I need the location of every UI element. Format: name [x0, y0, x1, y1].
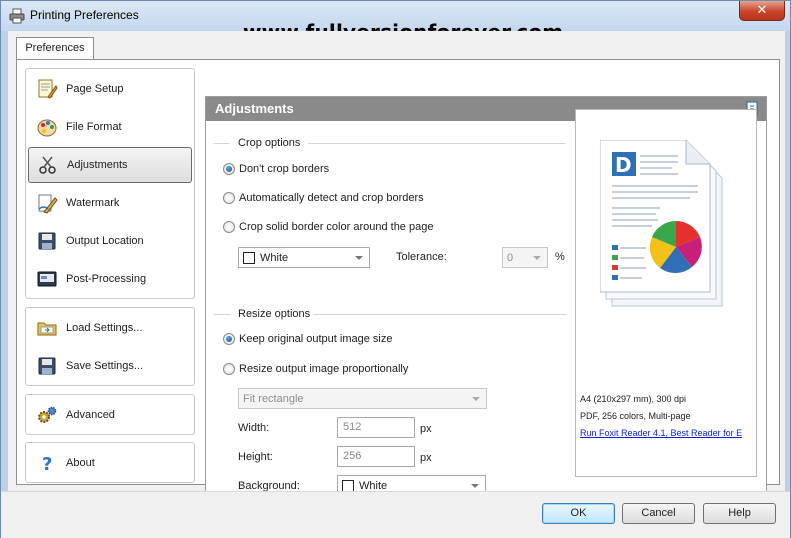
section-divider [214, 314, 230, 315]
cancel-button[interactable]: Cancel [622, 503, 695, 524]
sidebar-item-load-settings[interactable]: Load Settings... [28, 310, 192, 346]
tolerance-select[interactable]: 0 [502, 247, 548, 268]
height-unit: px [420, 452, 432, 464]
printing-preferences-window: Printing Preferences www.fullversionfore… [0, 0, 791, 538]
sidebar-item-label: Adjustments [67, 159, 128, 171]
chevron-down-icon [355, 256, 363, 260]
save-icon [38, 357, 56, 375]
sidebar-item-label: File Format [66, 121, 122, 133]
page-setup-icon [38, 79, 58, 99]
svg-text:D: D [615, 153, 632, 177]
panel-title: Adjustments [215, 101, 294, 116]
crop-color-select[interactable]: White [238, 247, 370, 268]
nav-group-advanced: Advanced [25, 394, 195, 435]
radio-dont-crop[interactable]: Don't crop borders [223, 163, 329, 175]
sidebar-item-file-format[interactable]: File Format [28, 109, 192, 145]
radio-label: Don't crop borders [239, 163, 330, 175]
printer-icon [9, 8, 25, 24]
sidebar-item-label: Page Setup [66, 83, 124, 95]
run-viewer-link[interactable]: Run Foxit Reader 4.1, Best Reader for E [580, 428, 742, 438]
radio-button[interactable] [223, 363, 235, 375]
help-icon: ? [42, 454, 52, 474]
nav-group-about: ? About [25, 442, 195, 483]
adjustments-panel: Adjustments Crop options Don't crop bord… [205, 96, 767, 511]
radio-label: Keep original output image size [239, 333, 393, 345]
radio-keep-size[interactable]: Keep original output image size [223, 333, 392, 345]
close-button[interactable]: ✕ [739, 1, 785, 21]
radio-auto-crop[interactable]: Automatically detect and crop borders [223, 192, 424, 204]
radio-button[interactable] [223, 333, 235, 345]
sidebar-item-label: Save Settings... [66, 360, 144, 372]
sidebar-item-post-processing[interactable]: Post-Processing [28, 261, 192, 297]
color-swatch [342, 479, 354, 492]
svg-text:?: ? [42, 454, 52, 474]
sidebar-item-adjustments[interactable]: Adjustments [28, 147, 192, 183]
dialog-client: Preferences Page Setup File Format Adjus… [8, 31, 785, 511]
watermark-icon [38, 194, 58, 214]
sidebar-item-label: Post-Processing [66, 273, 147, 285]
tolerance-value: 0 [507, 251, 514, 264]
preview-page-info: A4 (210x297 mm), 300 dpi [580, 394, 687, 404]
title-bar: Printing Preferences www.fullversionfore… [1, 1, 790, 44]
height-input[interactable]: 256 [337, 446, 415, 467]
nav-group-settings: Load Settings... Save Settings... [25, 307, 195, 386]
chevron-down-icon [472, 397, 480, 401]
sidebar-item-label: Advanced [66, 409, 115, 421]
sidebar-item-watermark[interactable]: Watermark [28, 185, 192, 221]
sidebar-item-about[interactable]: ? About [28, 445, 192, 481]
sidebar-item-advanced[interactable]: Advanced [28, 397, 192, 433]
help-button[interactable]: Help [703, 503, 776, 524]
section-divider [308, 143, 566, 144]
gears-icon [38, 406, 57, 423]
ok-button[interactable]: OK [542, 503, 615, 524]
radio-resize-proportional[interactable]: Resize output image proportionally [223, 363, 408, 375]
document-preview-icon: D [600, 140, 723, 307]
color-swatch [243, 251, 255, 264]
folder-icon [37, 322, 57, 336]
sidebar-item-label: Output Location [66, 235, 144, 247]
resize-mode-select[interactable]: Fit rectangle [238, 388, 487, 409]
radio-button[interactable] [223, 163, 235, 175]
preferences-panel: Page Setup File Format Adjustments Water… [16, 59, 780, 511]
radio-label: Crop solid border color around the page [239, 221, 434, 233]
sidebar-item-save-settings[interactable]: Save Settings... [28, 348, 192, 384]
background-value: White [359, 479, 388, 492]
post-processing-icon [37, 271, 57, 287]
palette-icon [37, 119, 57, 137]
crop-color-value: White [260, 251, 289, 264]
radio-button[interactable] [223, 192, 235, 204]
dialog-footer: OK Cancel Help [1, 491, 790, 538]
window-title: Printing Preferences [30, 8, 139, 22]
chevron-down-icon [471, 484, 479, 488]
output-preview: D A4 (210x297 mm), 300 dpi PDF, 256 colo… [575, 109, 757, 477]
scissors-icon [39, 156, 56, 174]
radio-label: Resize output image proportionally [239, 363, 409, 375]
tolerance-label: Tolerance: [396, 251, 447, 263]
crop-options-heading: Crop options [238, 137, 301, 149]
preview-format-info: PDF, 256 colors, Multi-page [580, 411, 691, 421]
section-divider [214, 143, 230, 144]
radio-label: Automatically detect and crop borders [239, 192, 424, 204]
tolerance-unit: % [555, 251, 565, 263]
sidebar-item-label: Load Settings... [66, 322, 143, 334]
resize-options-heading: Resize options [238, 308, 311, 320]
sidebar-item-label: About [66, 457, 95, 469]
sidebar-item-output-location[interactable]: Output Location [28, 223, 192, 259]
radio-button[interactable] [223, 221, 235, 233]
nav-group-main: Page Setup File Format Adjustments Water… [25, 68, 195, 299]
width-input[interactable]: 512 [337, 417, 415, 438]
chevron-down-icon [533, 256, 541, 260]
width-unit: px [420, 423, 432, 435]
sidebar-item-label: Watermark [66, 197, 120, 209]
height-label: Height: [238, 451, 273, 463]
radio-crop-solid[interactable]: Crop solid border color around the page [223, 221, 433, 233]
section-divider [314, 314, 566, 315]
width-label: Width: [238, 422, 270, 434]
floppy-icon [38, 232, 56, 250]
tab-preferences[interactable]: Preferences [16, 37, 94, 60]
resize-mode-value: Fit rectangle [243, 392, 304, 405]
sidebar-item-page-setup[interactable]: Page Setup [28, 71, 192, 107]
